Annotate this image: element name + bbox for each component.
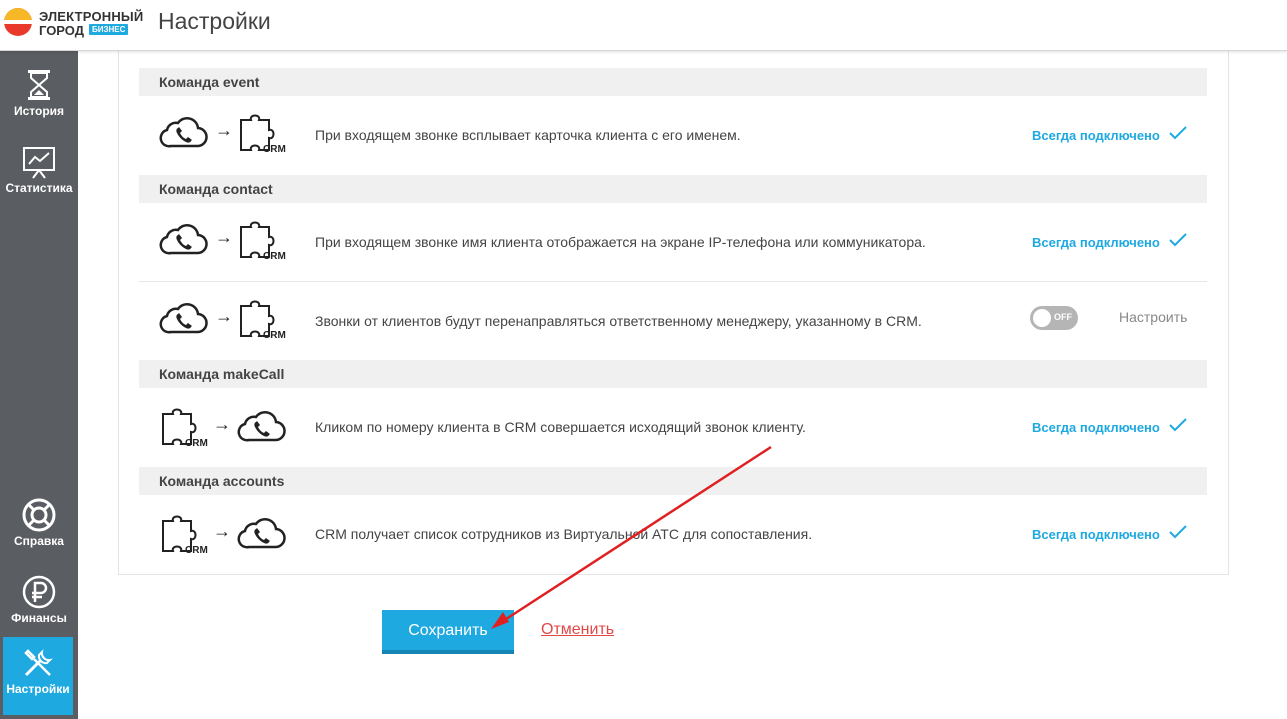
brand-logo[interactable]: ЭЛЕКТРОННЫЙ ГОРОД БИЗНЕС (3, 3, 143, 43)
sidebar-item-help[interactable]: Справка (0, 489, 78, 567)
save-button[interactable]: Сохранить (382, 610, 514, 654)
integration-row: → При входящем звонке всплывает карточка… (139, 96, 1207, 174)
section-header-contact: Команда contact (139, 175, 1207, 203)
puzzle-crm-icon (159, 511, 209, 555)
puzzle-crm-icon (237, 217, 287, 261)
cloud-phone-icon (159, 114, 209, 150)
flow-icons: → (159, 217, 289, 265)
hourglass-icon (28, 70, 50, 100)
tools-icon (24, 649, 53, 677)
sidebar-item-label: Статистика (5, 181, 73, 195)
puzzle-crm-icon (237, 110, 287, 154)
toggle-label: OFF (1054, 312, 1072, 322)
logo-mark-icon (4, 8, 32, 36)
sidebar-item-settings[interactable]: Настройки (3, 637, 73, 715)
logo-text-line1: ЭЛЕКТРОННЫЙ (39, 9, 144, 24)
flow-icons: → (159, 404, 289, 452)
integration-row: → Звонки от клиентов будут перенаправлят… (139, 282, 1207, 360)
logo-badge: БИЗНЕС (89, 24, 129, 35)
configure-link[interactable]: Настроить (1119, 309, 1187, 325)
flow-icons: → (159, 296, 289, 344)
chart-board-icon (23, 147, 55, 179)
row-description: CRM получает список сотрудников из Вирту… (315, 526, 813, 542)
row-description: Звонки от клиентов будут перенаправлятьс… (315, 313, 922, 329)
puzzle-crm-icon (237, 296, 287, 340)
row-description: Кликом по номеру клиента в CRM совершает… (315, 419, 806, 435)
arrow-right-icon: → (213, 414, 231, 434)
section-header-event: Команда event (139, 68, 1207, 96)
integration-row: → Кликом по номеру клиента в CRM соверша… (139, 388, 1207, 466)
status-always-connected: Всегда подключено (1032, 128, 1160, 143)
sidebar: История Статистика Справка Финансы Настр… (0, 51, 78, 719)
check-icon (1169, 418, 1187, 432)
redirect-toggle[interactable]: OFF (1030, 306, 1078, 330)
flow-icons: → (159, 110, 289, 158)
flow-icons: → (159, 511, 289, 559)
page-title: Настройки (158, 8, 271, 34)
cloud-phone-icon (237, 408, 287, 444)
arrow-right-icon: → (213, 521, 231, 541)
sidebar-item-label: Финансы (11, 611, 67, 625)
integration-row: → При входящем звонке имя клиента отобра… (139, 203, 1207, 282)
ruble-icon (22, 575, 56, 609)
arrow-right-icon: → (215, 306, 233, 326)
sidebar-item-statistics[interactable]: Статистика (0, 136, 78, 214)
check-icon (1169, 233, 1187, 247)
cloud-phone-icon (159, 221, 209, 257)
sidebar-item-label: История (13, 104, 65, 118)
puzzle-crm-icon (159, 404, 209, 448)
status-always-connected: Всегда подключено (1032, 420, 1160, 435)
cloud-phone-icon (237, 515, 287, 551)
sidebar-item-label: Настройки (6, 682, 70, 696)
cancel-link[interactable]: Отменить (541, 621, 614, 639)
sidebar-item-label: Справка (14, 534, 64, 548)
lifebuoy-icon (22, 498, 56, 532)
section-header-accounts: Команда accounts (139, 467, 1207, 495)
sidebar-item-finance[interactable]: Финансы (0, 566, 78, 644)
section-header-makecall: Команда makeCall (139, 360, 1207, 388)
sidebar-item-history[interactable]: История (0, 59, 78, 137)
status-always-connected: Всегда подключено (1032, 235, 1160, 250)
top-header: ЭЛЕКТРОННЫЙ ГОРОД БИЗНЕС Настройки (0, 0, 1287, 51)
arrow-right-icon: → (215, 120, 233, 140)
toggle-knob (1033, 309, 1051, 327)
check-icon (1169, 126, 1187, 140)
integration-row: → CRM получает список сотрудников из Вир… (139, 495, 1207, 573)
check-icon (1169, 525, 1187, 539)
status-always-connected: Всегда подключено (1032, 527, 1160, 542)
row-description: При входящем звонке всплывает карточка к… (315, 127, 741, 143)
logo-text-line2: ГОРОД (39, 23, 85, 38)
arrow-right-icon: → (215, 227, 233, 247)
row-description: При входящем звонке имя клиента отобража… (315, 234, 926, 250)
cloud-phone-icon (159, 300, 209, 336)
